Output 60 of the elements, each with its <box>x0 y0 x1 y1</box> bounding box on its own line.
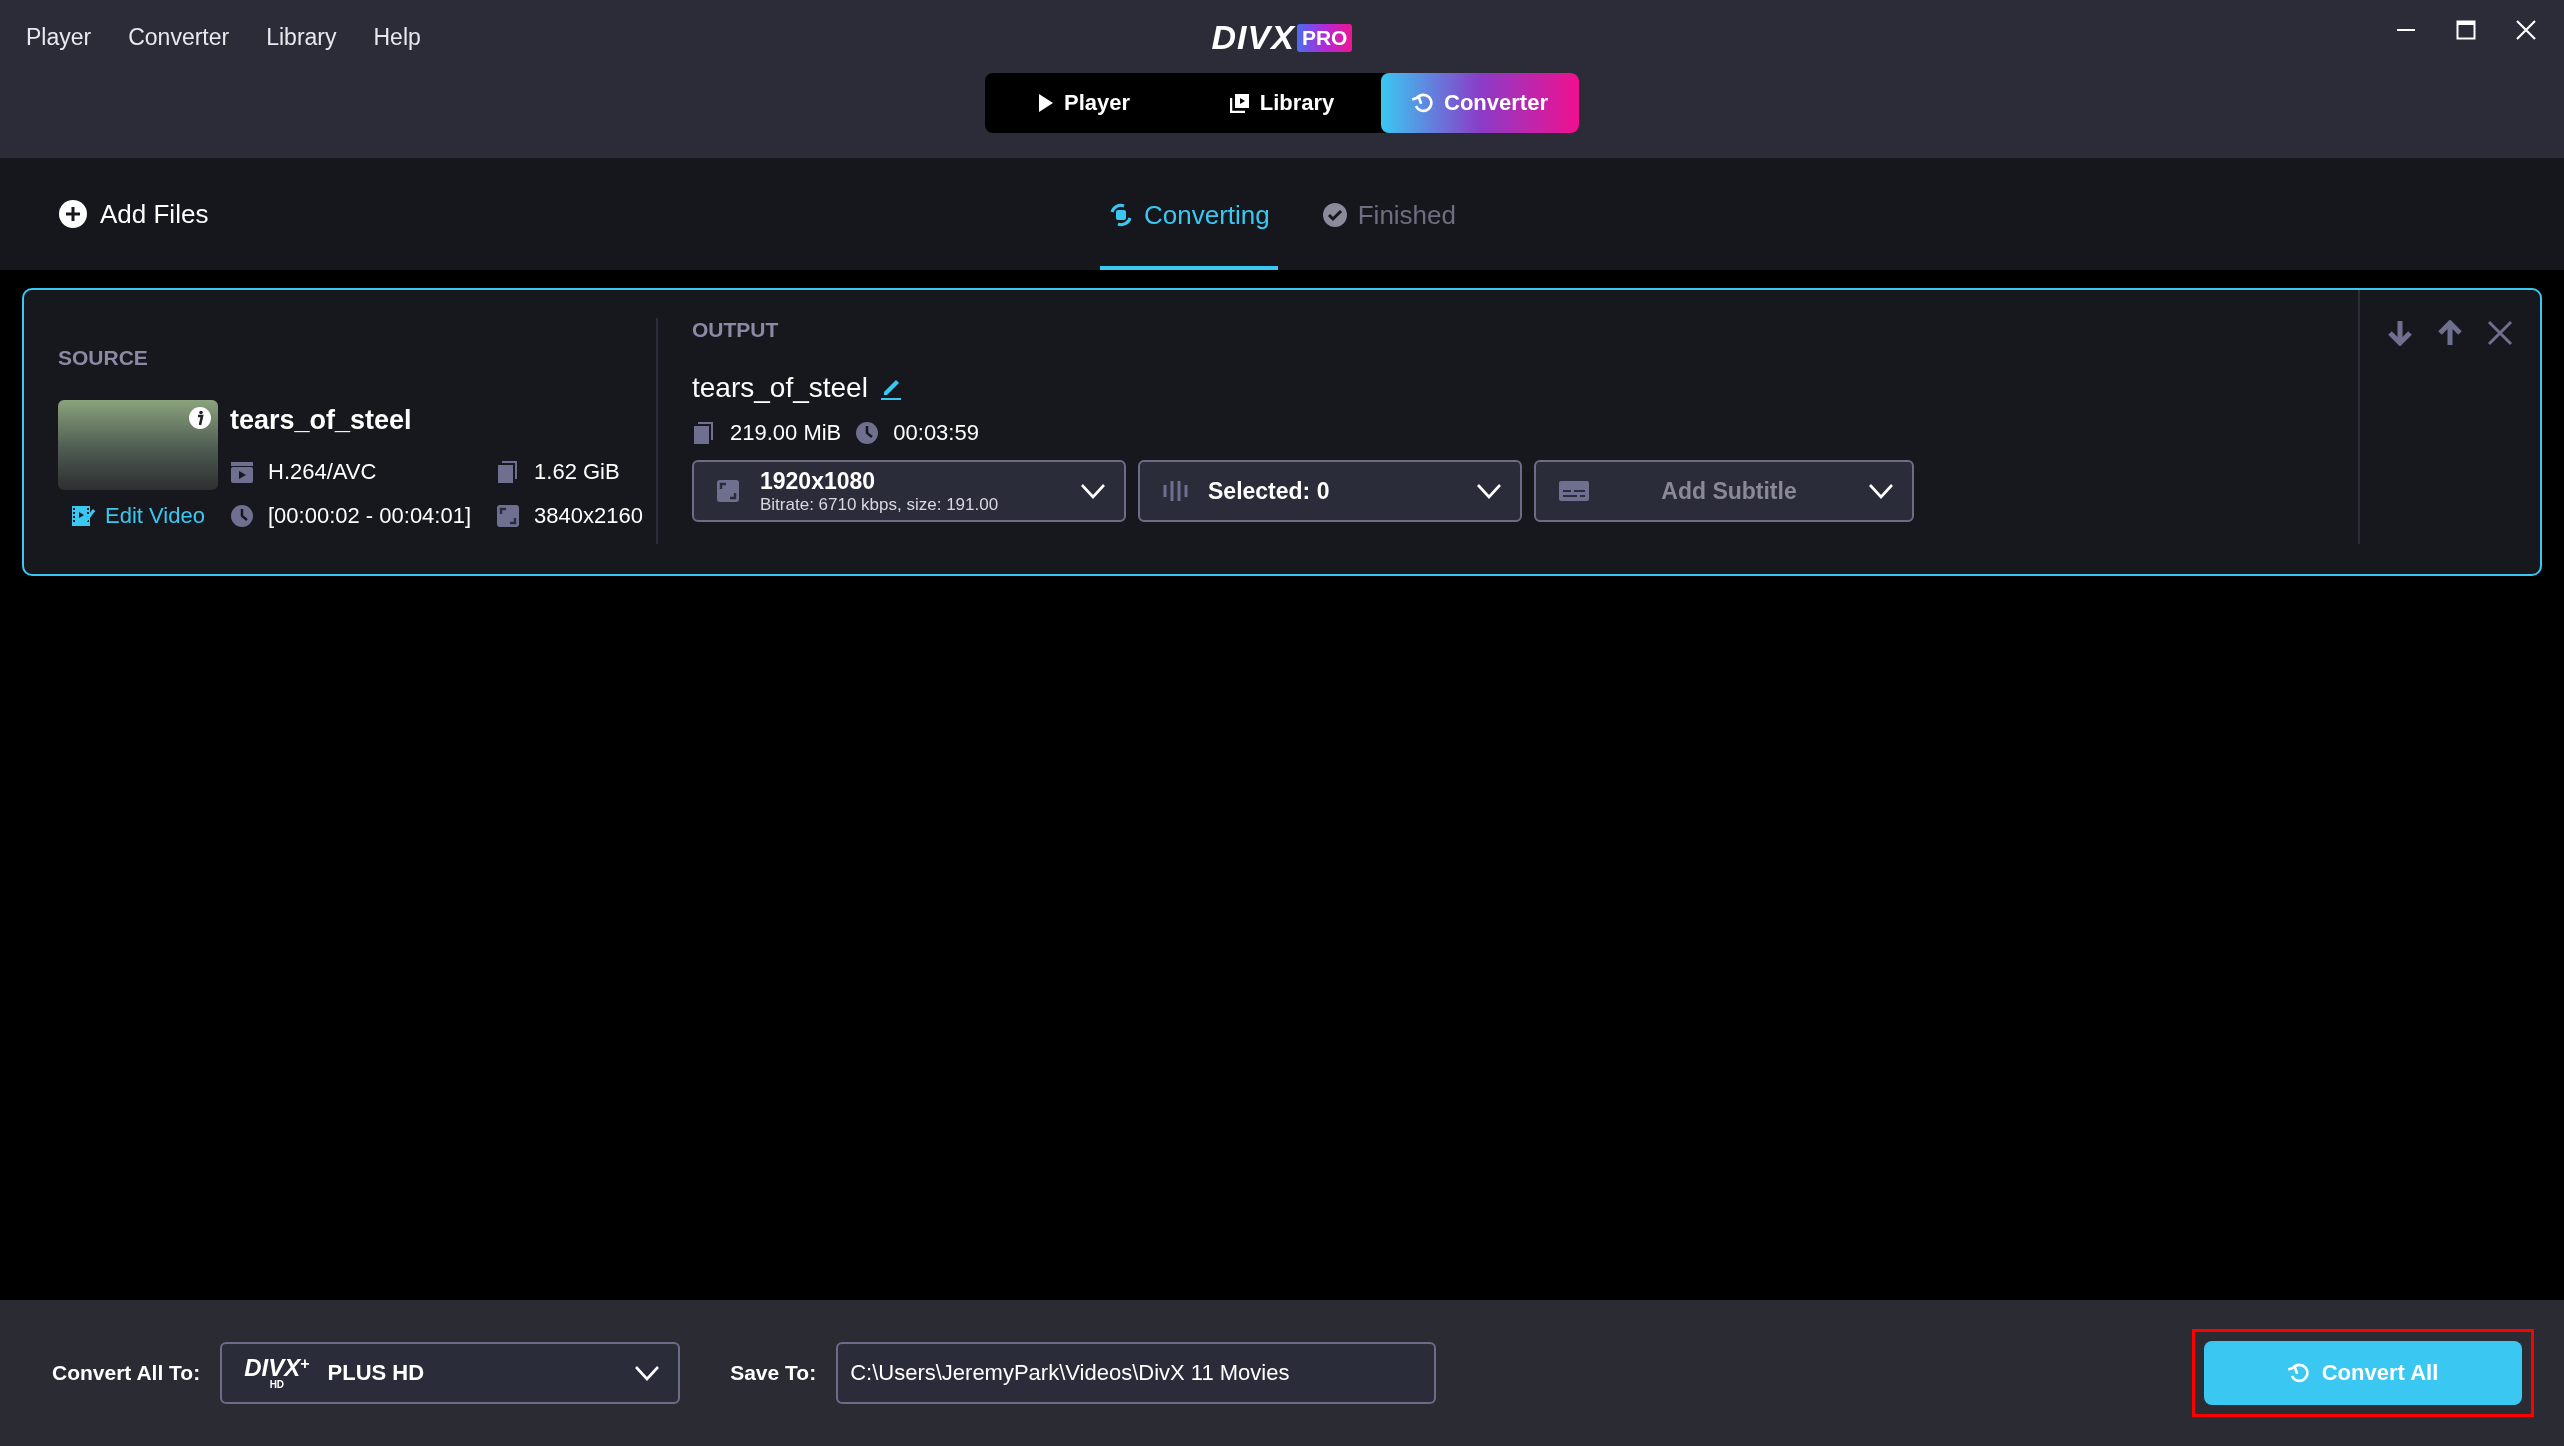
chevron-down-icon <box>1476 483 1502 499</box>
mode-tab[interactable]: Player <box>985 73 1183 133</box>
mode-tab[interactable]: Converter <box>1381 73 1579 133</box>
clock-icon <box>230 504 254 528</box>
app-logo: DIVX PRO <box>1211 18 1353 57</box>
chevron-down-icon <box>1868 483 1894 499</box>
play-icon <box>1037 93 1054 113</box>
subtitle-icon <box>1558 479 1590 503</box>
file-size-icon <box>692 421 716 445</box>
format-logo: DIVX+ HD <box>244 1356 310 1390</box>
subtitle-dropdown[interactable]: Add Subtitle <box>1534 460 1914 522</box>
file-size-text: 1.62 GiB <box>534 458 620 485</box>
format-dropdown[interactable]: DIVX+ HD PLUS HD <box>220 1342 681 1404</box>
resolution-icon <box>496 504 521 528</box>
chevron-down-icon <box>634 1365 661 1381</box>
move-up-button[interactable] <box>2437 320 2463 346</box>
info-icon[interactable] <box>188 406 212 430</box>
menu-item[interactable]: Player <box>26 24 92 51</box>
library-icon <box>1229 93 1250 113</box>
edit-video-link[interactable]: Edit Video <box>58 502 218 530</box>
film-edit-icon <box>71 504 96 528</box>
refresh-icon <box>2287 1362 2310 1384</box>
menu-item[interactable]: Converter <box>128 24 230 51</box>
duration-text: 00:03:59 <box>893 420 979 446</box>
format-name: PLUS HD <box>327 1360 426 1386</box>
close-icon <box>2487 320 2513 346</box>
maximize-icon[interactable] <box>2456 20 2476 40</box>
save-path-field[interactable]: C:\Users\JeremyPark\Videos\DivX 11 Movies <box>836 1342 1437 1404</box>
arrow-down-icon <box>2387 320 2413 346</box>
move-down-button[interactable] <box>2387 320 2413 346</box>
audio-bars-icon <box>1162 479 1188 503</box>
view-tab[interactable]: Finished <box>1313 158 1464 270</box>
mode-tab[interactable]: Library <box>1183 73 1381 133</box>
clapperboard-icon <box>230 459 254 484</box>
chevron-down-icon <box>1080 483 1106 499</box>
save-to-label: Save To: <box>730 1361 817 1385</box>
close-icon[interactable] <box>2516 20 2536 40</box>
codec-text: H.264/AVC <box>268 458 377 485</box>
clock-icon <box>855 421 880 445</box>
arrow-up-icon <box>2437 320 2463 346</box>
time-range-text: [00:00:02 - 00:04:01] <box>268 503 472 529</box>
resolution-text: 3840x2160 <box>534 503 643 529</box>
remove-button[interactable] <box>2487 320 2513 346</box>
check-circle-icon <box>1321 202 1348 228</box>
plus-circle-icon <box>58 199 88 229</box>
menu-item[interactable]: Help <box>373 24 421 51</box>
source-heading: SOURCE <box>58 346 148 369</box>
add-files-button[interactable]: Add Files <box>0 197 215 231</box>
audio-dropdown[interactable]: Selected: 0 <box>1138 460 1522 522</box>
conversion-card[interactable]: SOURCE tears_of_steel H.264/AVC 1.62 GiB Edit Video [00:00:02 - 00:04:01] 3840x2160 OUTPUT tears_of_steel 219.00 MiB 00:03:59 1920x1080 Bitrate: 6710 kbps, size: 191.00 Selected: 0 Add Subtitle <box>22 288 2542 576</box>
output-heading: OUTPUT <box>692 318 779 341</box>
output-title: tears_of_steel <box>692 372 868 404</box>
menu-item[interactable]: Library <box>266 24 337 51</box>
converting-icon <box>1108 202 1134 228</box>
video-dropdown[interactable]: 1920x1080 Bitrate: 6710 kbps, size: 191.00 <box>692 460 1126 522</box>
source-title: tears_of_steel <box>230 405 413 437</box>
convert-all-to-label: Convert All To: <box>52 1361 201 1385</box>
refresh-icon <box>1412 92 1435 114</box>
resolution-icon <box>716 479 740 503</box>
output-size-text: 219.00 MiB <box>730 420 842 446</box>
